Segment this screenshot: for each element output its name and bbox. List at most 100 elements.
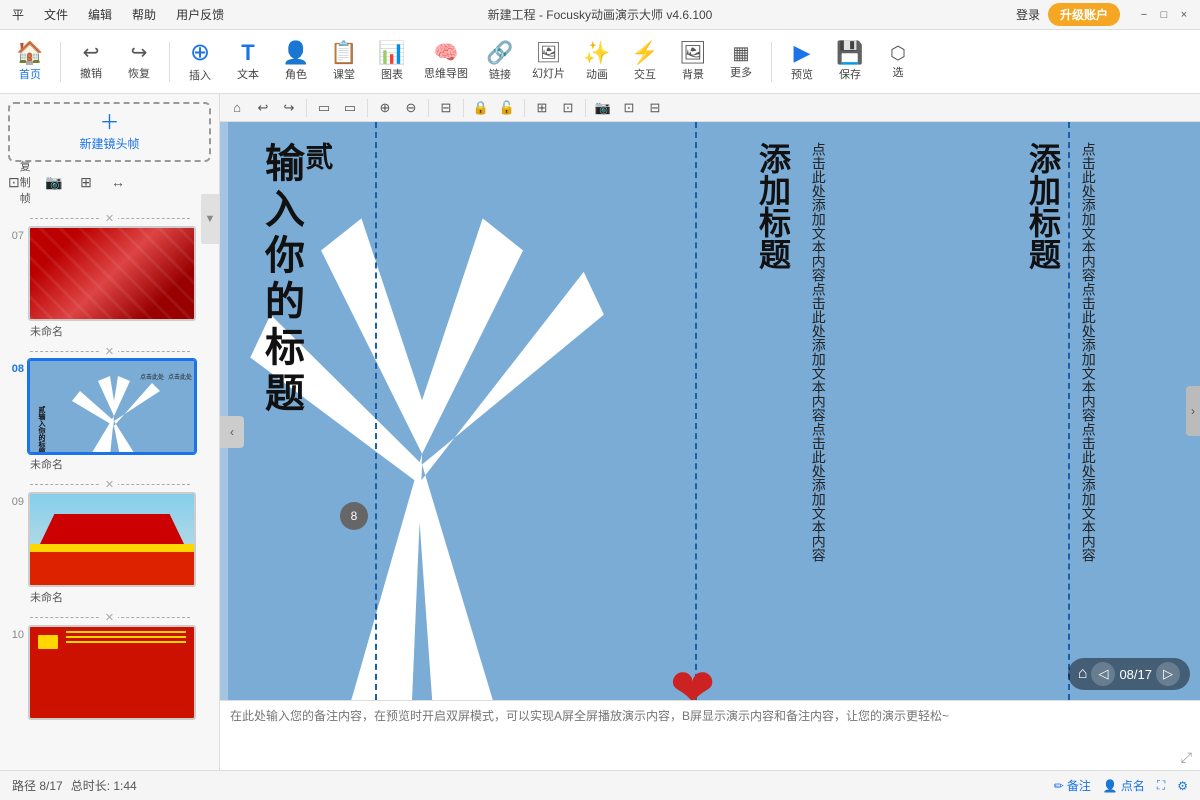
toolbar-slide[interactable]: 🖼 幻灯片 — [526, 39, 571, 85]
toolbar-more[interactable]: ▦ 更多 — [719, 40, 763, 84]
canvas-align-btn[interactable]: ⊟ — [435, 97, 457, 119]
slide-item-9[interactable]: 09 — [4, 492, 215, 605]
slide-thumb-8[interactable]: 贰输入你的标题 点击此处 点击此处 — [28, 359, 196, 454]
main-title-text[interactable]: 贰 输入你的标题 — [260, 142, 331, 418]
camera-icon: 📷 — [45, 174, 62, 191]
sidebar-top: ＋ 新建镜头帧 ▼ ⊡ 复制帧 📷 ⊞ ↔ — [0, 94, 219, 206]
toolbar-link-label: 链接 — [489, 66, 511, 82]
page-nav-next-btn[interactable]: ▷ — [1156, 662, 1180, 686]
sep-icon-9: ✕ — [101, 478, 118, 491]
right-collapse-button[interactable]: › — [1186, 386, 1200, 436]
plus-icon: ＋ — [100, 113, 120, 133]
upgrade-button[interactable]: 升级账户 — [1048, 3, 1120, 26]
canvas-redo-btn[interactable]: ↪ — [278, 97, 300, 119]
fullscreen-button[interactable]: ⛶ — [1157, 778, 1165, 793]
canvas-undo-btn[interactable]: ↩ — [252, 97, 274, 119]
sidebar-collapse-button[interactable]: ‹ — [220, 416, 244, 448]
save-icon: 💾 — [836, 42, 863, 64]
home-icon: 🏠 — [16, 42, 43, 64]
expand-button[interactable]: ⊞ — [72, 170, 100, 194]
canvas-unlock-btn[interactable]: 🔓 — [496, 97, 518, 119]
menu-file[interactable]: 文件 — [40, 4, 72, 25]
slide-thumb-wrap-9: 未命名 — [28, 492, 215, 605]
col2-title[interactable]: 添加标题 — [1020, 142, 1066, 270]
toolbar-mindmap[interactable]: 🧠 思维导图 — [418, 39, 474, 85]
toolbar-chart[interactable]: 📊 图表 — [370, 38, 414, 86]
new-frame-label: 新建镜头帧 — [79, 135, 139, 152]
canvas-snap-btn[interactable]: ⊡ — [557, 97, 579, 119]
toolbar-bg[interactable]: 🖼 背景 — [671, 38, 715, 86]
slide-thumb-10[interactable] — [28, 625, 196, 720]
app-title: 新建工程 - Focusky动画演示大师 v4.6.100 — [488, 6, 713, 23]
col1-title[interactable]: 添加标题 — [750, 142, 796, 270]
toolbar-link[interactable]: 🔗 链接 — [478, 38, 522, 86]
menu-feedback[interactable]: 用户反馈 — [172, 4, 228, 25]
menu-bar: 平 文件 编辑 帮助 用户反馈 — [8, 4, 228, 25]
toolbar-class[interactable]: 📋 课堂 — [322, 38, 366, 86]
slide-item-7[interactable]: 07 未命名 — [4, 226, 215, 339]
maximize-button[interactable]: □ — [1156, 7, 1172, 23]
heart-shape[interactable]: ❤ — [670, 662, 730, 700]
settings-button[interactable]: ⚙ — [1177, 779, 1188, 793]
page-nav-prev-btn[interactable]: ◁ — [1091, 662, 1115, 686]
canvas-export-btn[interactable]: ⊡ — [618, 97, 640, 119]
notes-expand-button[interactable]: ⤢ — [1181, 749, 1192, 766]
canvas-grid-btn[interactable]: ⊞ — [531, 97, 553, 119]
canvas-main[interactable]: 贰 输入你的标题 8 ❤ 添加标题 点击此处添加文本内容点击此处添加文本内容点击… — [220, 122, 1200, 700]
toolbar-divider-2 — [169, 42, 170, 82]
undo-icon: ↩ — [83, 43, 100, 63]
toolbar-undo[interactable]: ↩ 撤销 — [69, 39, 113, 85]
toolbar-interact[interactable]: ⚡ 交互 — [623, 38, 667, 86]
slide-thumb-9[interactable] — [28, 492, 196, 587]
toolbar-slide-label: 幻灯片 — [532, 65, 565, 81]
menu-help[interactable]: 帮助 — [128, 4, 160, 25]
canvas-home-btn[interactable]: ⌂ — [226, 97, 248, 119]
menu-ping[interactable]: 平 — [8, 4, 28, 25]
slide-thumb-7[interactable] — [28, 226, 196, 321]
close-button[interactable]: × — [1176, 7, 1192, 23]
expand-icon: ⊞ — [80, 174, 92, 191]
attend-button[interactable]: 👤 点名 — [1103, 777, 1145, 794]
copy-frame-button[interactable]: ⊡ 复制帧 — [8, 170, 36, 194]
sidebar-scroll-arrow[interactable]: ▼ — [201, 194, 219, 244]
sidebar-actions: ⊡ 复制帧 📷 ⊞ ↔ — [8, 166, 211, 198]
col1-body[interactable]: 点击此处添加文本内容点击此处添加文本内容点击此处添加文本内容 — [807, 142, 829, 562]
toolbar-save[interactable]: 💾 保存 — [828, 38, 872, 86]
slide-item-8[interactable]: 08 贰输入你的标题 点击此处 点击此 — [4, 359, 215, 472]
slide-item-10[interactable]: 10 — [4, 625, 215, 722]
toolbar-redo[interactable]: ↪ 恢复 — [117, 39, 161, 85]
redo-icon: ↪ — [131, 43, 148, 63]
minimize-button[interactable]: − — [1136, 7, 1152, 23]
canvas-zoomin-btn[interactable]: ⊕ — [374, 97, 396, 119]
page-nav-home-btn[interactable]: ⌂ — [1078, 665, 1088, 683]
new-frame-button[interactable]: ＋ 新建镜头帧 — [8, 102, 211, 162]
canvas-more2-btn[interactable]: ⊟ — [644, 97, 666, 119]
chart-icon: 📊 — [378, 42, 405, 64]
menu-edit[interactable]: 编辑 — [84, 4, 116, 25]
login-button[interactable]: 登录 — [1016, 6, 1040, 23]
canvas-frame-btn[interactable]: ▭ — [313, 97, 335, 119]
toolbar-preview[interactable]: ▶ 预览 — [780, 38, 824, 86]
canvas-zoomout-btn[interactable]: ⊖ — [400, 97, 422, 119]
toolbar-anim[interactable]: ✨ 动画 — [575, 38, 619, 86]
col2-body[interactable]: 点击此处添加文本内容点击此处添加文本内容点击此处添加文本内容 — [1077, 142, 1099, 562]
canvas-frame2-btn[interactable]: ▭ — [339, 97, 361, 119]
fullscreen-icon: ⛶ — [1157, 778, 1165, 793]
canvas-photo-btn[interactable]: 📷 — [592, 97, 614, 119]
note-button[interactable]: ✏ 备注 — [1054, 777, 1091, 794]
main-area: ＋ 新建镜头帧 ▼ ⊡ 复制帧 📷 ⊞ ↔ — [0, 94, 1200, 770]
window-controls: − □ × — [1136, 7, 1192, 23]
content-col-1[interactable]: 添加标题 点击此处添加文本内容点击此处添加文本内容点击此处添加文本内容 — [750, 142, 830, 562]
toolbar-text[interactable]: T 文本 — [226, 38, 270, 86]
content-col-2[interactable]: 添加标题 点击此处添加文本内容点击此处添加文本内容点击此处添加文本内容 — [1020, 142, 1100, 562]
toolbar-select[interactable]: ⬡ 选 — [876, 40, 920, 84]
camera-button[interactable]: 📷 — [40, 170, 68, 194]
canvas-lock-btn[interactable]: 🔒 — [470, 97, 492, 119]
toolbar-insert[interactable]: ⊕ 插入 — [178, 37, 222, 87]
sep-icon-10: ✕ — [101, 611, 118, 624]
toolbar-home[interactable]: 🏠 首页 — [8, 38, 52, 86]
toolbar-role[interactable]: 👤 角色 — [274, 38, 318, 86]
notes-textarea[interactable] — [230, 707, 1190, 764]
swap-button[interactable]: ↔ — [104, 170, 132, 194]
toolbar-text-label: 文本 — [237, 66, 259, 82]
